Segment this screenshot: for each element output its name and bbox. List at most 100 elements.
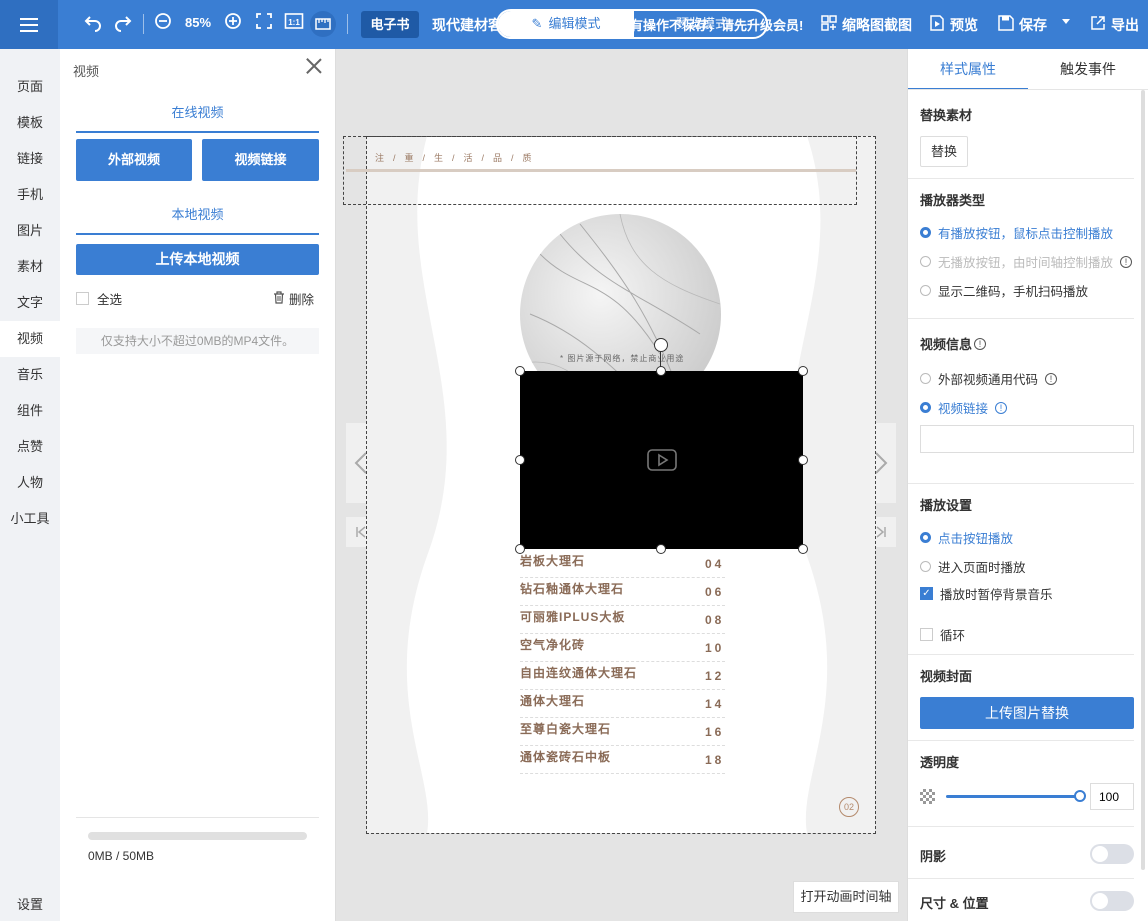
menu-button[interactable] <box>0 0 58 49</box>
video-link-button[interactable]: 视频链接 <box>202 139 319 181</box>
radio[interactable] <box>920 227 931 238</box>
rotate-handle[interactable] <box>654 338 668 352</box>
toc-title: 自由连纹通体大理石 <box>520 666 638 680</box>
replace-button[interactable]: 替换 <box>920 136 968 167</box>
nav-item-tools[interactable]: 小工具 <box>0 501 60 537</box>
toc-row[interactable]: 可丽雅IPLUS大板 08 <box>520 606 725 634</box>
preview-button[interactable]: 预览 <box>929 15 978 35</box>
info-option-embed[interactable]: 外部视频通用代码! <box>920 369 1058 388</box>
upload-local-video-button[interactable]: 上传本地视频 <box>76 244 319 275</box>
undo-icon[interactable] <box>82 12 104 36</box>
nav-item-link[interactable]: 链接 <box>0 141 60 177</box>
checkbox[interactable]: ✓ <box>920 587 933 600</box>
info-icon[interactable]: ! <box>1045 372 1058 385</box>
properties-panel: 样式属性 触发事件 替换素材 替换 播放器类型 有播放按钮，鼠标点击控制播放 无… <box>907 49 1148 921</box>
thumbnail-button[interactable]: 缩略图截图 <box>821 15 912 35</box>
player-option-timeline[interactable]: 无播放按钮，由时间轴控制播放! <box>920 252 1133 271</box>
nav-item-phone[interactable]: 手机 <box>0 177 60 213</box>
tab-style[interactable]: 样式属性 <box>908 49 1028 90</box>
play-option-enter[interactable]: 进入页面时播放 <box>920 557 1026 576</box>
radio[interactable] <box>920 532 931 543</box>
info-icon[interactable]: ! <box>974 337 987 350</box>
upload-cover-button[interactable]: 上传图片替换 <box>920 697 1134 729</box>
loop-checkbox[interactable]: 循环 <box>920 625 965 644</box>
resize-handle-se[interactable] <box>798 544 808 554</box>
opacity-heading: 透明度 <box>920 755 960 770</box>
toc-row[interactable]: 空气净化砖 10 <box>520 634 725 662</box>
ebook-tag[interactable]: 电子书 <box>361 11 419 38</box>
size-position-toggle[interactable] <box>1090 891 1134 911</box>
document-title[interactable]: 现代建材客 <box>432 15 502 35</box>
tabs-divider <box>908 89 1148 90</box>
info-icon[interactable]: ! <box>995 401 1008 414</box>
nav-item-like[interactable]: 点赞 <box>0 429 60 465</box>
zoom-in-icon[interactable] <box>223 12 243 36</box>
close-icon[interactable] <box>306 58 322 74</box>
nav-item-template[interactable]: 模板 <box>0 105 60 141</box>
nav-item-page[interactable]: 页面 <box>0 69 60 105</box>
toc-row[interactable]: 自由连纹通体大理石 12 <box>520 662 725 690</box>
play-option-click[interactable]: 点击按钮播放 <box>920 528 1013 547</box>
scrollbar[interactable] <box>1141 90 1145 870</box>
svg-text:1:1: 1:1 <box>288 18 300 27</box>
header-selection[interactable] <box>343 136 857 205</box>
nav-item-music[interactable]: 音乐 <box>0 357 60 393</box>
radio[interactable] <box>920 256 931 267</box>
delete-button[interactable]: 删除 <box>273 289 314 308</box>
ruler-icon[interactable] <box>310 11 336 37</box>
pause-bgm-checkbox[interactable]: ✓ 播放时暂停背景音乐 <box>920 584 1053 603</box>
play-icon[interactable] <box>647 449 677 471</box>
resize-handle-sw[interactable] <box>515 544 525 554</box>
radio[interactable] <box>920 561 931 572</box>
info-option-link[interactable]: 视频链接! <box>920 398 1008 417</box>
checkbox[interactable] <box>76 292 89 305</box>
fullscreen-icon[interactable] <box>254 12 274 36</box>
resize-handle-n[interactable] <box>656 366 666 376</box>
resize-handle-e[interactable] <box>798 455 808 465</box>
toc-page-number: 06 <box>705 585 725 599</box>
info-icon[interactable]: ! <box>1120 255 1133 268</box>
resize-handle-s[interactable] <box>656 544 666 554</box>
zoom-out-icon[interactable] <box>153 12 173 36</box>
select-all-checkbox[interactable]: 全选 <box>76 289 122 308</box>
nav-item-component[interactable]: 组件 <box>0 393 60 429</box>
save-button[interactable]: 保存 <box>998 15 1047 35</box>
radio[interactable] <box>920 285 931 296</box>
checkbox[interactable] <box>920 628 933 641</box>
external-video-button[interactable]: 外部视频 <box>76 139 192 181</box>
left-nav: 页面 模板 链接 手机 图片 素材 文字 视频 音乐 组件 点赞 人物 小工具 … <box>0 49 60 921</box>
save-dropdown-icon[interactable] <box>1060 15 1072 27</box>
resize-handle-ne[interactable] <box>798 366 808 376</box>
toc-row[interactable]: 钻石釉通体大理石 06 <box>520 578 725 606</box>
play-settings-heading: 播放设置 <box>920 498 973 513</box>
radio[interactable] <box>920 373 931 384</box>
tab-events[interactable]: 触发事件 <box>1028 49 1148 90</box>
nav-item-image[interactable]: 图片 <box>0 213 60 249</box>
opacity-slider-thumb[interactable] <box>1074 790 1086 802</box>
resize-handle-nw[interactable] <box>515 366 525 376</box>
nav-item-material[interactable]: 素材 <box>0 249 60 285</box>
redo-icon[interactable] <box>112 12 134 36</box>
toc-row[interactable]: 岩板大理石 04 <box>520 550 725 578</box>
nav-item-settings[interactable]: 设置 <box>0 894 60 913</box>
video-link-input[interactable] <box>920 425 1134 453</box>
video-element[interactable] <box>520 371 803 549</box>
player-option-button[interactable]: 有播放按钮，鼠标点击控制播放 <box>920 223 1113 242</box>
nav-item-text[interactable]: 文字 <box>0 285 60 321</box>
player-option-qrcode[interactable]: 显示二维码，手机扫码播放 <box>920 281 1088 300</box>
nav-item-video[interactable]: 视频 <box>0 321 60 357</box>
opacity-input[interactable] <box>1090 783 1134 810</box>
resize-handle-w[interactable] <box>515 455 525 465</box>
toc-row[interactable]: 通体瓷砖石中板 18 <box>520 746 725 774</box>
toc-row[interactable]: 至尊白瓷大理石 16 <box>520 718 725 746</box>
radio[interactable] <box>920 402 931 413</box>
export-button[interactable]: 导出 <box>1090 15 1139 35</box>
shadow-toggle[interactable] <box>1090 844 1134 864</box>
actual-size-icon[interactable]: 1:1 <box>283 12 305 36</box>
toc-page-number: 08 <box>705 613 725 627</box>
nav-item-character[interactable]: 人物 <box>0 465 60 501</box>
mode-edit-option[interactable]: ✎ 编辑模式 <box>498 11 634 37</box>
open-timeline-button[interactable]: 打开动画时间轴 <box>793 881 899 913</box>
toc-row[interactable]: 通体大理石 14 <box>520 690 725 718</box>
opacity-slider-track[interactable] <box>946 795 1081 798</box>
